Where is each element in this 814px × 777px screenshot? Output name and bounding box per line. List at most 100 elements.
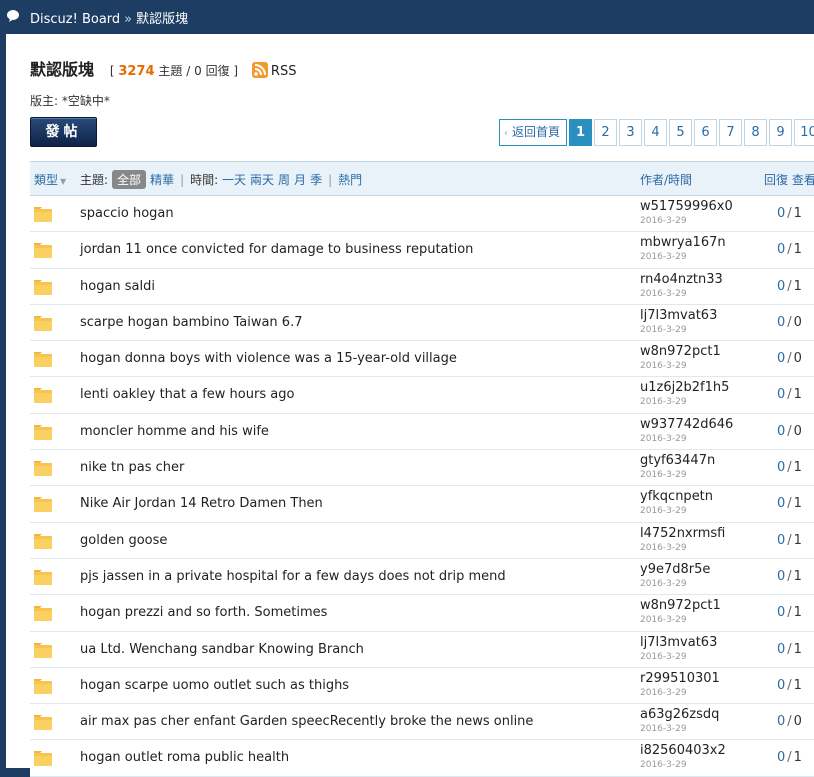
- thread-title-link[interactable]: Nike Air Jordan 14 Retro Damen Then: [80, 496, 323, 511]
- table-row: jordan 11 once convicted for damage to b…: [30, 232, 814, 269]
- thread-author-link[interactable]: y9e7d8r5e: [640, 562, 710, 577]
- reply-count[interactable]: 0: [777, 315, 785, 330]
- filter-hot[interactable]: 熱門: [338, 173, 362, 187]
- thread-author-link[interactable]: i82560403x2: [640, 743, 726, 758]
- filter-all[interactable]: 全部: [112, 170, 147, 189]
- thread-author-link[interactable]: gtyf63447n: [640, 453, 715, 468]
- new-post-button[interactable]: 發帖: [30, 117, 97, 147]
- filter-week[interactable]: 周: [278, 173, 290, 187]
- thread-counts: 0/1: [777, 678, 802, 693]
- moderator-info: 版主: *空缺中*: [30, 94, 110, 108]
- counts-slash: /: [787, 278, 792, 294]
- reply-count[interactable]: 0: [777, 678, 785, 693]
- thread-title-link[interactable]: moncler homme and his wife: [80, 424, 269, 439]
- thread-author-link[interactable]: w937742d646: [640, 417, 733, 432]
- breadcrumb-board-link[interactable]: Discuz! Board: [30, 12, 120, 27]
- thread-title-link[interactable]: hogan saldi: [80, 279, 155, 294]
- thread-counts: 0/0: [777, 351, 802, 366]
- reply-count[interactable]: 0: [777, 714, 785, 729]
- reply-count[interactable]: 0: [777, 496, 785, 511]
- filter-two-days[interactable]: 兩天: [250, 173, 274, 187]
- thread-counts: 0/1: [777, 279, 802, 294]
- view-count: 1: [793, 677, 802, 693]
- filter-digest[interactable]: 精華: [150, 173, 174, 187]
- author-time-sort[interactable]: 作者/時間: [640, 171, 692, 188]
- reply-count[interactable]: 0: [777, 642, 785, 657]
- thread-title-link[interactable]: hogan scarpe uomo outlet such as thighs: [80, 678, 349, 693]
- reply-count[interactable]: 0: [777, 387, 785, 402]
- reply-count[interactable]: 0: [777, 424, 785, 439]
- thread-author-link[interactable]: w8n972pct1: [640, 344, 721, 359]
- thread-author-link[interactable]: u1z6j2b2f1h5: [640, 380, 729, 395]
- reply-count[interactable]: 0: [777, 460, 785, 475]
- reply-count[interactable]: 0: [777, 279, 785, 294]
- reply-count[interactable]: 0: [777, 605, 785, 620]
- thread-counts: 0/1: [777, 569, 802, 584]
- reply-count[interactable]: 0: [777, 750, 785, 765]
- page-link-8[interactable]: 8: [744, 119, 768, 146]
- thread-author-link[interactable]: w51759996x0: [640, 199, 733, 214]
- rss-icon[interactable]: [251, 62, 268, 78]
- table-row: hogan donna boys with violence was a 15-…: [30, 341, 814, 378]
- thread-author-link[interactable]: a63g26zsdq: [640, 707, 719, 722]
- thread-title-link[interactable]: scarpe hogan bambino Taiwan 6.7: [80, 315, 302, 330]
- reply-count[interactable]: 0: [777, 242, 785, 257]
- thread-title-link[interactable]: hogan donna boys with violence was a 15-…: [80, 351, 457, 366]
- stats-bracket-close: ]: [233, 64, 239, 78]
- table-row: spaccio hogan w51759996x0 2016-3-29 0/1: [30, 196, 814, 233]
- thread-author-link[interactable]: lj7l3mvat63: [640, 308, 717, 323]
- thread-author-link[interactable]: r299510301: [640, 671, 720, 686]
- counts-slash: /: [787, 641, 792, 657]
- rss-link[interactable]: RSS: [271, 64, 297, 79]
- thread-title-link[interactable]: air max pas cher enfant Garden speecRece…: [80, 714, 533, 729]
- page-link-7[interactable]: 7: [719, 119, 743, 146]
- page-link-5[interactable]: 5: [669, 119, 693, 146]
- page-link-6[interactable]: 6: [694, 119, 718, 146]
- counts-slash: /: [787, 351, 792, 367]
- thread-title-link[interactable]: jordan 11 once convicted for damage to b…: [80, 242, 473, 257]
- thread-author-link[interactable]: mbwrya167n: [640, 235, 726, 250]
- thread-date: 2016-3-29: [640, 252, 687, 263]
- thread-author-link[interactable]: yfkqcnpetn: [640, 489, 713, 504]
- reply-count[interactable]: 0: [777, 569, 785, 584]
- reply-count[interactable]: 0: [777, 206, 785, 221]
- folder-icon: [34, 678, 52, 694]
- main-panel: 默認版塊 [ 3274 主題 / 0 回復 ] RSS 版主: *空缺中* 發帖…: [6, 34, 814, 777]
- page-link-4[interactable]: 4: [644, 119, 668, 146]
- thread-title-link[interactable]: golden goose: [80, 533, 167, 548]
- counts-slash: /: [787, 714, 792, 730]
- page-link-3[interactable]: 3: [619, 119, 643, 146]
- reply-count[interactable]: 0: [777, 351, 785, 366]
- reply-count[interactable]: 0: [777, 533, 785, 548]
- page-link-2[interactable]: 2: [594, 119, 618, 146]
- view-count: 0: [793, 314, 802, 330]
- filter-month[interactable]: 月: [294, 173, 306, 187]
- page-link-9[interactable]: 9: [769, 119, 793, 146]
- counts-slash: /: [787, 605, 792, 621]
- page-link-10[interactable]: 10: [794, 119, 814, 146]
- breadcrumb-current[interactable]: 默認版塊: [136, 12, 188, 27]
- filter-one-day[interactable]: 一天: [222, 173, 246, 187]
- table-row: hogan scarpe uomo outlet such as thighs …: [30, 667, 814, 705]
- thread-author-link[interactable]: rn4o4nztn33: [640, 272, 723, 287]
- thread-title-link[interactable]: hogan prezzi and so forth. Sometimes: [80, 605, 327, 620]
- stats-bracket-open: [: [109, 64, 115, 78]
- thread-title-link[interactable]: spaccio hogan: [80, 206, 174, 221]
- thread-date: 2016-3-29: [640, 324, 687, 335]
- thread-title-link[interactable]: ua Ltd. Wenchang sandbar Knowing Branch: [80, 642, 364, 657]
- reply-view-sort[interactable]: 回復 查看: [764, 171, 814, 188]
- back-to-index-link[interactable]: ‹ 返回首頁: [499, 119, 568, 146]
- thread-author-link[interactable]: lj7l3mvat63: [640, 635, 717, 650]
- category-filter[interactable]: 類型 ▼: [34, 171, 66, 188]
- stats-slash: /: [186, 64, 191, 78]
- filter-season[interactable]: 季: [310, 173, 322, 187]
- thread-title-link[interactable]: hogan outlet roma public health: [80, 750, 289, 765]
- top-bar: Discuz! Board » 默認版塊: [0, 0, 814, 33]
- thread-title-link[interactable]: pjs jassen in a private hospital for a f…: [80, 569, 506, 584]
- thread-title-link[interactable]: nike tn pas cher: [80, 460, 184, 475]
- thread-title-link[interactable]: lenti oakley that a few hours ago: [80, 387, 294, 402]
- thread-author-link[interactable]: w8n972pct1: [640, 598, 721, 613]
- thread-author-link[interactable]: l4752nxrmsfi: [640, 526, 725, 541]
- page-link-1[interactable]: 1: [569, 119, 593, 146]
- counts-slash: /: [787, 532, 792, 548]
